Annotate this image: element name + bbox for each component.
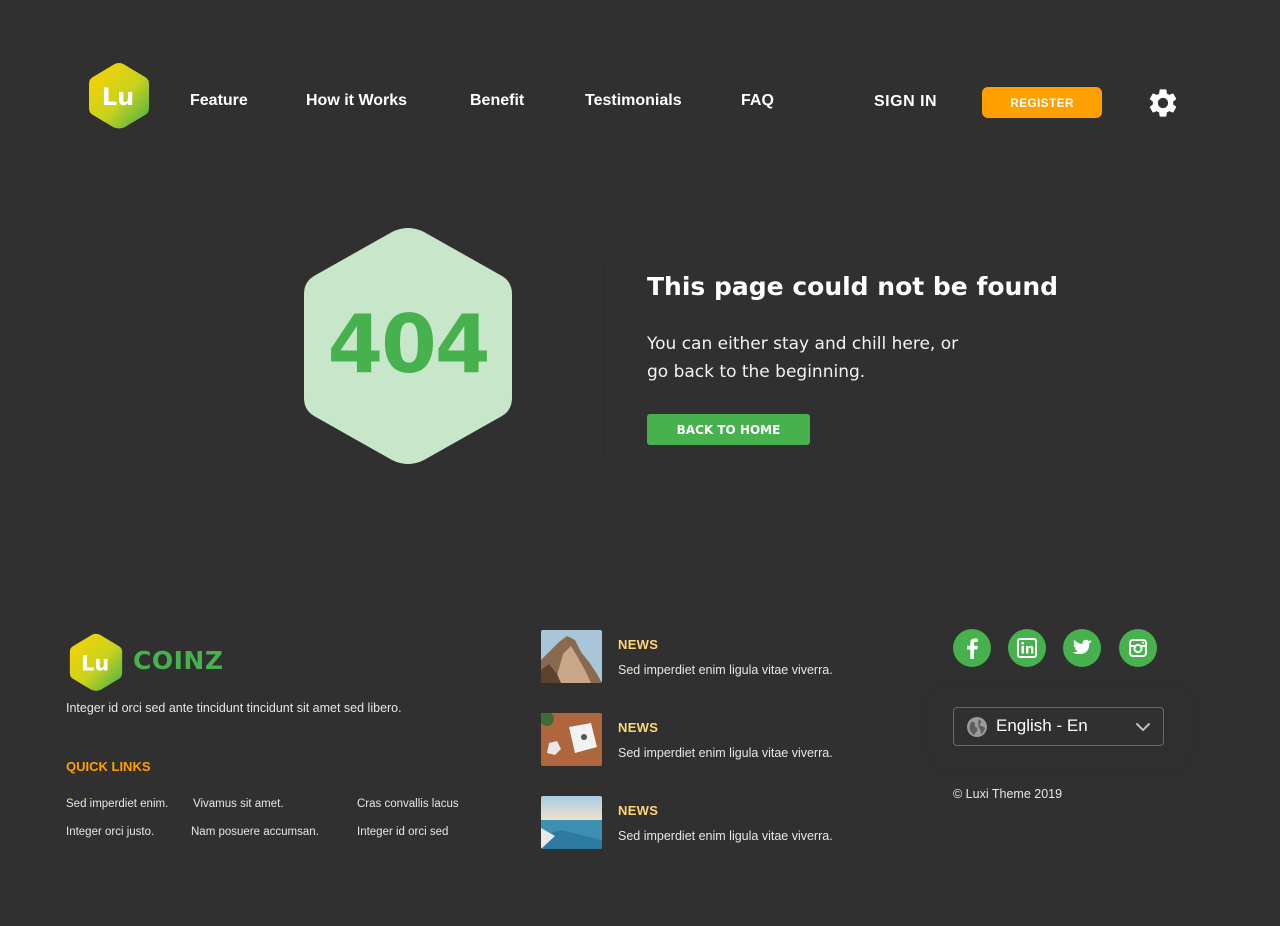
error-description-line-2: go back to the beginning.: [647, 362, 866, 382]
nav-faq[interactable]: FAQ: [741, 92, 774, 110]
quick-links-title: QUICK LINKS: [66, 759, 151, 774]
nav-how-it-works[interactable]: How it Works: [306, 92, 407, 110]
header-logo-text: Lu: [102, 83, 134, 111]
quick-link[interactable]: Integer id orci sed: [357, 826, 448, 838]
nav-testimonials[interactable]: Testimonials: [585, 92, 682, 110]
quick-link[interactable]: Cras convallis lacus: [357, 798, 459, 810]
footer-logo[interactable]: Lu: [68, 632, 124, 693]
brand-name: COINZ: [133, 646, 224, 675]
nav-benefit[interactable]: Benefit: [470, 92, 524, 110]
news-text[interactable]: Sed imperdiet enim ligula vitae viverra.: [618, 663, 833, 677]
news-thumbnail-sea[interactable]: [541, 796, 602, 849]
language-value: English - En: [996, 716, 1088, 735]
error-code: 404: [327, 298, 491, 391]
news-label: NEWS: [618, 637, 659, 652]
twitter-icon[interactable]: [1063, 629, 1101, 667]
linkedin-icon[interactable]: [1008, 629, 1046, 667]
news-label: NEWS: [618, 803, 659, 818]
quick-link[interactable]: Vivamus sit amet.: [193, 798, 284, 810]
language-select[interactable]: English - En: [953, 707, 1164, 746]
quick-link[interactable]: Nam posuere accumsan.: [191, 826, 319, 838]
register-button[interactable]: REGISTER: [982, 87, 1102, 118]
nav-feature[interactable]: Feature: [190, 92, 248, 110]
news-thumbnail-cliff[interactable]: [541, 630, 602, 683]
header-logo[interactable]: Lu: [87, 61, 151, 131]
quick-link[interactable]: Integer orci justo.: [66, 826, 154, 838]
error-description: You can either stay and chill here, or g…: [647, 330, 1007, 386]
quick-link[interactable]: Sed imperdiet enim.: [66, 798, 168, 810]
sign-in-link[interactable]: SIGN IN: [874, 93, 937, 111]
instagram-icon[interactable]: [1119, 629, 1157, 667]
brand-description: Integer id orci sed ante tincidunt tinci…: [66, 701, 402, 715]
news-text[interactable]: Sed imperdiet enim ligula vitae viverra.: [618, 829, 833, 843]
page-title: This page could not be found: [647, 272, 1059, 301]
news-label: NEWS: [618, 720, 659, 735]
chevron-down-icon[interactable]: [1135, 719, 1151, 735]
facebook-icon[interactable]: [953, 629, 991, 667]
copyright-text: © Luxi Theme 2019: [953, 787, 1063, 801]
vertical-divider: [605, 266, 606, 454]
back-to-home-button[interactable]: BACK TO HOME: [647, 414, 810, 445]
gear-icon[interactable]: [1146, 86, 1180, 120]
news-text[interactable]: Sed imperdiet enim ligula vitae viverra.: [618, 746, 833, 760]
error-description-line-1: You can either stay and chill here, or: [647, 334, 959, 354]
news-thumbnail-desk[interactable]: [541, 713, 602, 766]
footer-logo-text: Lu: [81, 651, 109, 675]
globe-icon: [967, 717, 987, 737]
